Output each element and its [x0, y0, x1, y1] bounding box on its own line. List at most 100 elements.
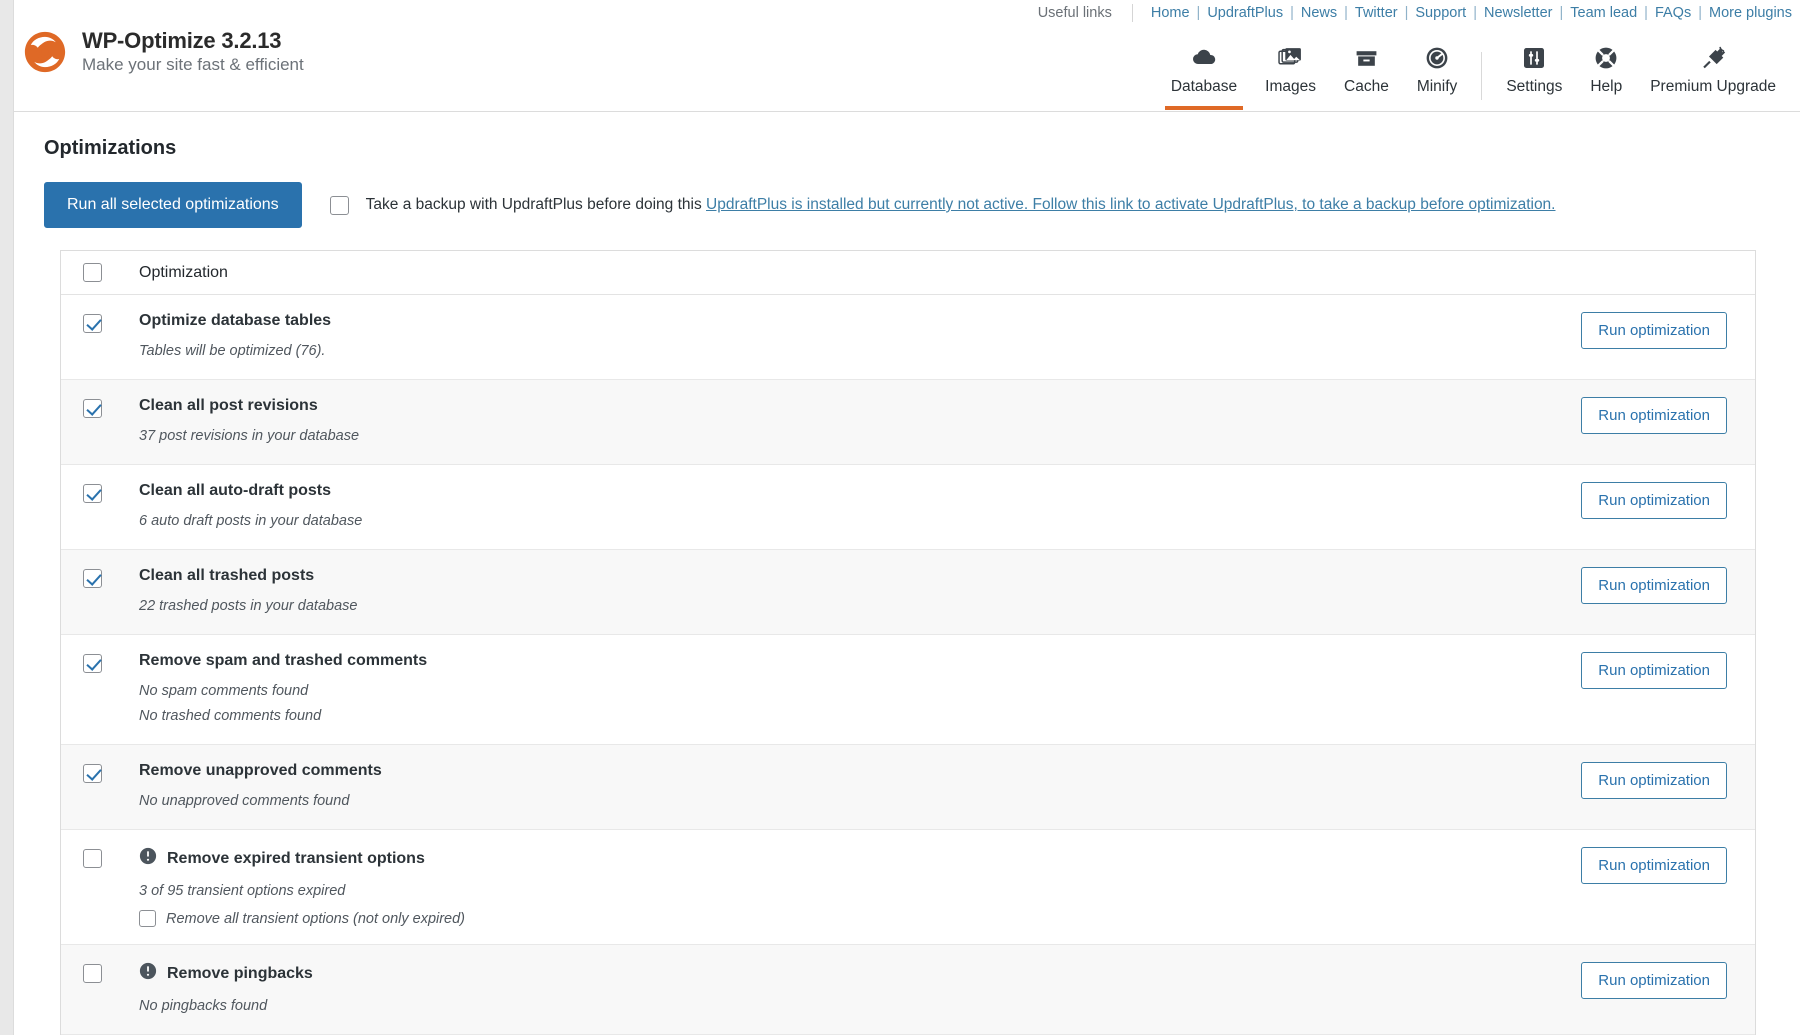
optimization-description: No unapproved comments found	[139, 791, 1561, 812]
sliders-icon	[1522, 43, 1546, 73]
lifebuoy-icon	[1593, 43, 1619, 73]
optimization-description: No trashed comments found	[139, 706, 1561, 727]
run-all-selected-optimizations-button[interactable]: Run all selected optimizations	[44, 182, 302, 228]
nav-item-cache[interactable]: Cache	[1330, 43, 1403, 110]
nav-item-settings[interactable]: Settings	[1492, 43, 1576, 110]
plugin-header: Useful links Home|UpdraftPlus|News|Twitt…	[14, 0, 1800, 112]
row-content: Remove pingbacksNo pingbacks found	[139, 962, 1581, 1017]
run-optimization-button[interactable]: Run optimization	[1581, 397, 1727, 434]
sub-option-checkbox[interactable]	[139, 910, 156, 927]
row-checkbox-cell	[83, 482, 102, 508]
row-action-cell: Run optimization	[1581, 567, 1755, 604]
optimization-title-row: Optimize database tables	[139, 312, 1561, 330]
action-bar: Run all selected optimizations Take a ba…	[44, 182, 1800, 228]
row-content: Optimize database tablesTables will be o…	[139, 312, 1581, 362]
optimization-title: Remove expired transient options	[167, 850, 425, 868]
wp-optimize-logo-icon	[22, 29, 68, 75]
row-checkbox-cell	[83, 847, 102, 873]
link-separator: |	[1466, 5, 1484, 21]
run-optimization-button[interactable]: Run optimization	[1581, 567, 1727, 604]
row-content: Remove expired transient options 3 of 95 …	[139, 847, 1581, 927]
row-checkbox-cell	[83, 312, 102, 338]
optimization-title-row: Clean all post revisions	[139, 397, 1561, 415]
optimization-title-row: Remove unapproved comments	[139, 762, 1561, 780]
useful-link-faqs[interactable]: FAQs	[1655, 5, 1691, 21]
row-content: Clean all post revisions 37 post revision…	[139, 397, 1581, 447]
optimization-checkbox[interactable]	[83, 964, 102, 983]
table-row: Remove pingbacksNo pingbacks foundRun op…	[61, 945, 1755, 1035]
optimization-checkbox[interactable]	[83, 849, 102, 868]
select-all-checkbox[interactable]	[83, 263, 102, 282]
useful-link-newsletter[interactable]: Newsletter	[1484, 5, 1553, 21]
run-optimization-button[interactable]: Run optimization	[1581, 962, 1727, 999]
optimization-title-row: Remove spam and trashed comments	[139, 652, 1561, 670]
backup-notice: Take a backup with UpdraftPlus before do…	[330, 196, 1556, 215]
table-body: Optimize database tablesTables will be o…	[61, 295, 1755, 1035]
useful-link-team-lead[interactable]: Team lead	[1570, 5, 1637, 21]
page-title: Optimizations	[44, 137, 1800, 160]
table-row: Optimize database tablesTables will be o…	[61, 295, 1755, 380]
row-checkbox-cell	[83, 397, 102, 423]
table-row: Clean all auto-draft posts6 auto draft p…	[61, 465, 1755, 550]
optimization-title-row: Clean all auto-draft posts	[139, 482, 1561, 500]
optimization-checkbox[interactable]	[83, 654, 102, 673]
table-row: Clean all post revisions 37 post revision…	[61, 380, 1755, 465]
useful-link-more-plugins[interactable]: More plugins	[1709, 5, 1792, 21]
link-separator: |	[1552, 5, 1570, 21]
optimization-title: Remove spam and trashed comments	[139, 652, 427, 670]
link-separator: |	[1190, 5, 1208, 21]
row-content: Remove unapproved comments No unapproved …	[139, 762, 1581, 812]
nav-item-images[interactable]: Images	[1251, 43, 1330, 110]
row-checkbox-cell	[83, 762, 102, 788]
optimization-checkbox[interactable]	[83, 484, 102, 503]
row-content: Clean all auto-draft posts6 auto draft p…	[139, 482, 1581, 532]
activate-updraftplus-link[interactable]: UpdraftPlus is installed but currently n…	[706, 196, 1555, 213]
useful-link-updraftplus[interactable]: UpdraftPlus	[1207, 5, 1283, 21]
nav-item-help[interactable]: Help	[1576, 43, 1636, 110]
optimization-checkbox[interactable]	[83, 764, 102, 783]
plug-icon	[1700, 43, 1726, 73]
optimization-title: Clean all trashed posts	[139, 567, 314, 585]
wp-admin-sidebar-edge	[0, 0, 14, 1035]
optimization-description: 37 post revisions in your database	[139, 426, 1561, 447]
run-optimization-button[interactable]: Run optimization	[1581, 762, 1727, 799]
plugin-tagline: Make your site fast & efficient	[82, 54, 304, 76]
plugin-title: WP-Optimize 3.2.13	[82, 28, 304, 53]
run-optimization-button[interactable]: Run optimization	[1581, 482, 1727, 519]
row-checkbox-cell	[83, 567, 102, 593]
table-row: Remove spam and trashed commentsNo spam …	[61, 635, 1755, 745]
run-optimization-button[interactable]: Run optimization	[1581, 312, 1727, 349]
table-row: Clean all trashed posts22 trashed posts …	[61, 550, 1755, 635]
nav-item-label: Cache	[1344, 78, 1389, 96]
nav-item-minify[interactable]: Minify	[1403, 43, 1471, 110]
nav-item-database[interactable]: Database	[1157, 43, 1251, 110]
archive-box-icon	[1354, 43, 1379, 73]
useful-link-news[interactable]: News	[1301, 5, 1337, 21]
optimization-checkbox[interactable]	[83, 569, 102, 588]
optimization-title-row: Remove expired transient options	[139, 847, 1561, 870]
row-content: Clean all trashed posts22 trashed posts …	[139, 567, 1581, 617]
warning-icon	[139, 847, 157, 870]
nav-item-label: Minify	[1417, 78, 1457, 96]
run-optimization-button[interactable]: Run optimization	[1581, 652, 1727, 689]
useful-link-home[interactable]: Home	[1151, 5, 1190, 21]
images-icon	[1278, 43, 1303, 73]
useful-links-label: Useful links	[1038, 4, 1133, 22]
optimization-checkbox[interactable]	[83, 399, 102, 418]
optimization-description: 3 of 95 transient options expired	[139, 881, 1561, 902]
nav-item-premium-upgrade[interactable]: Premium Upgrade	[1636, 43, 1790, 110]
optimization-title-row: Remove pingbacks	[139, 962, 1561, 985]
row-action-cell: Run optimization	[1581, 312, 1755, 349]
nav-item-label: Help	[1590, 78, 1622, 96]
run-optimization-button[interactable]: Run optimization	[1581, 847, 1727, 884]
useful-link-support[interactable]: Support	[1415, 5, 1466, 21]
nav-item-label: Premium Upgrade	[1650, 78, 1776, 96]
optimization-title: Optimize database tables	[139, 312, 331, 330]
optimization-checkbox[interactable]	[83, 314, 102, 333]
useful-link-twitter[interactable]: Twitter	[1355, 5, 1398, 21]
link-separator: |	[1283, 5, 1301, 21]
table-header-optimization: Optimization	[139, 264, 228, 282]
backup-with-updraftplus-checkbox[interactable]	[330, 196, 349, 215]
nav-item-label: Images	[1265, 78, 1316, 96]
optimizations-table: Optimization Optimize database tablesTab…	[60, 250, 1756, 1035]
